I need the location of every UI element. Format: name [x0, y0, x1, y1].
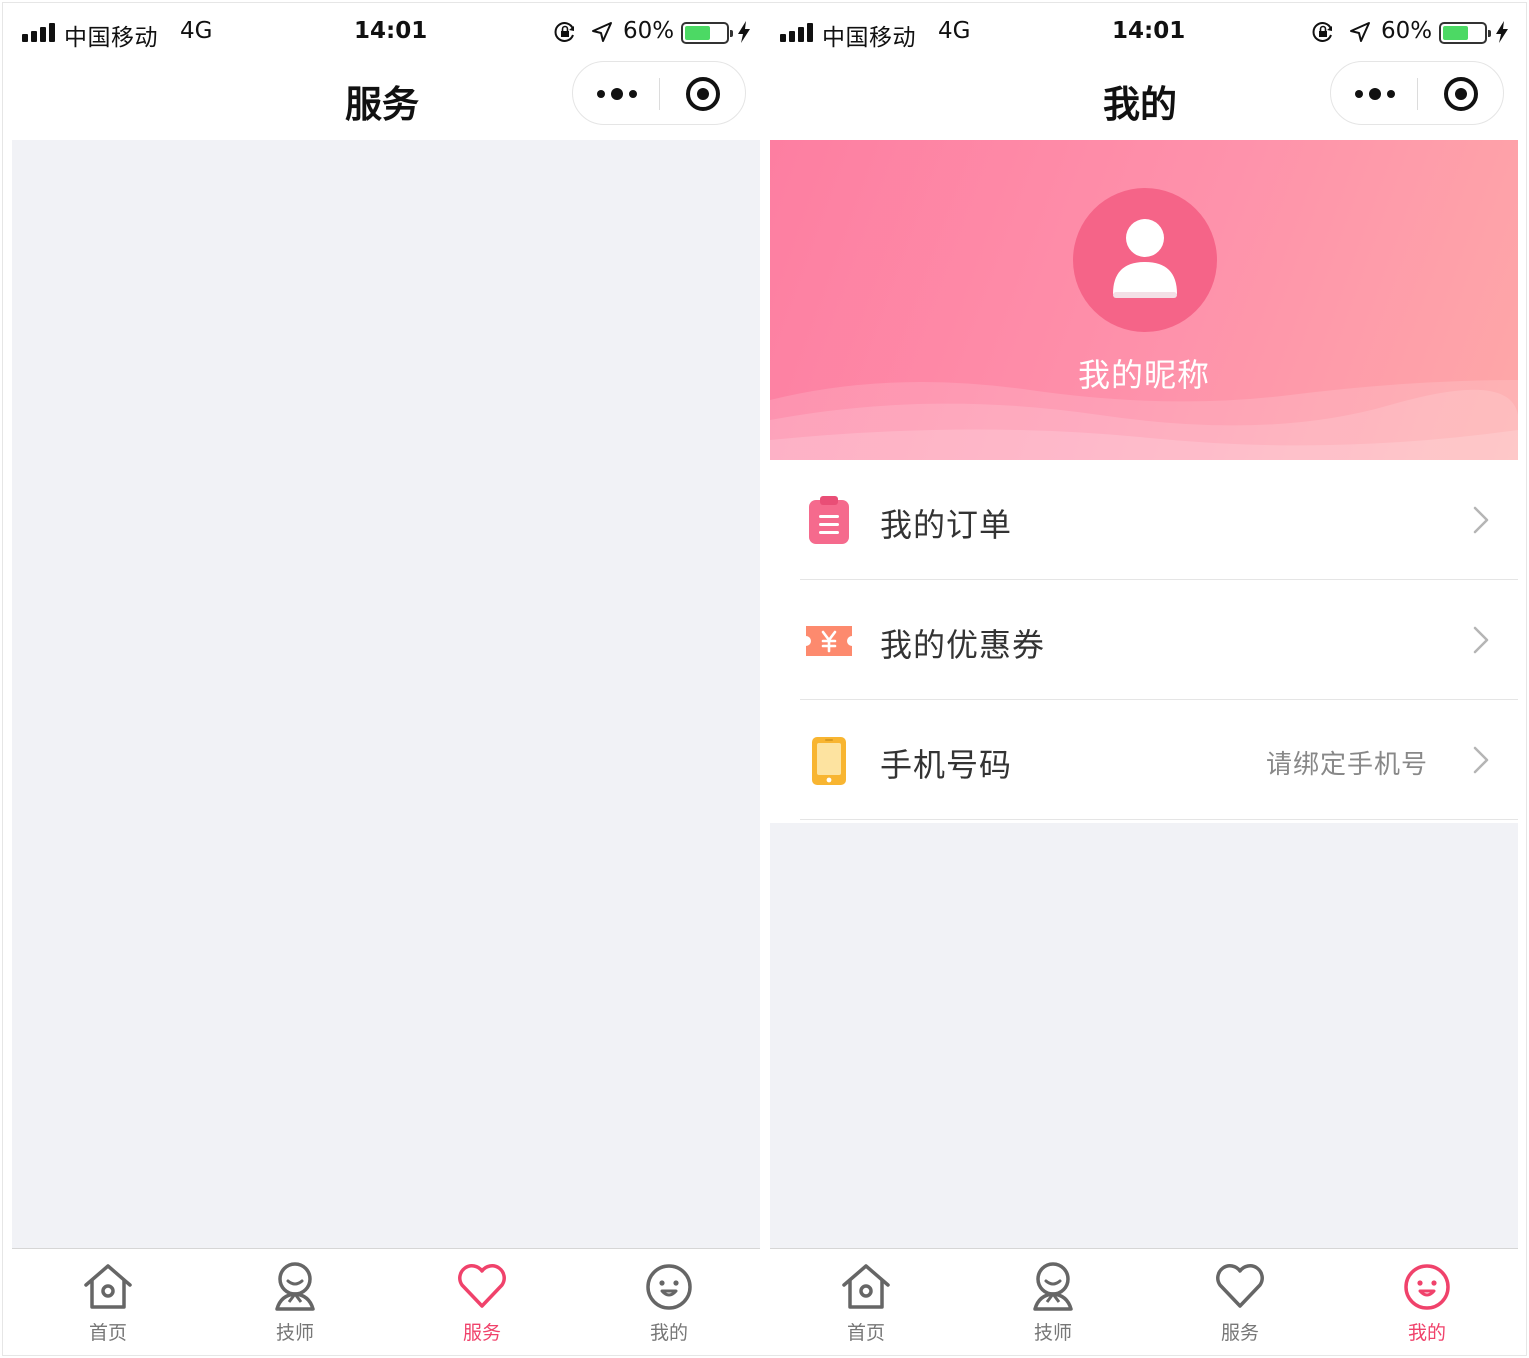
battery-icon — [1439, 22, 1491, 44]
mini-program-capsule — [1330, 61, 1504, 125]
carrier-name: 中国移动 — [64, 25, 158, 51]
menu-label-phone: 手机号码 — [880, 746, 1013, 784]
charging-bolt-icon — [738, 21, 750, 43]
capsule-divider — [1417, 78, 1418, 110]
tab-bar: 首页 技师 服务 我的 — [12, 1248, 760, 1354]
network-type: 4G — [180, 18, 213, 44]
orientation-lock-icon — [1312, 22, 1332, 42]
charging-bolt-icon — [1496, 21, 1508, 43]
tab-mine[interactable]: 我的 — [1367, 1259, 1487, 1349]
technician-icon — [1033, 1262, 1073, 1311]
tab-mine-label: 我的 — [1407, 1322, 1446, 1344]
menu-item-coupons[interactable]: 我的优惠券 — [770, 580, 1518, 700]
clock: 14:01 — [1112, 18, 1186, 44]
battery-percent: 60% — [623, 18, 675, 44]
location-icon — [592, 22, 612, 42]
navigation-bar: 我的 — [762, 60, 1518, 140]
tab-home[interactable]: 首页 — [48, 1259, 168, 1349]
capsule-divider — [659, 78, 660, 110]
tab-technician-label: 技师 — [275, 1322, 314, 1344]
tab-service-label: 服务 — [462, 1322, 501, 1344]
network-type: 4G — [938, 18, 971, 44]
tab-service-label: 服务 — [1220, 1322, 1259, 1344]
chevron-right-icon — [1473, 626, 1489, 654]
tab-home-label: 首页 — [88, 1322, 127, 1344]
tab-bar: 首页 技师 服务 我的 — [770, 1248, 1518, 1354]
tab-service[interactable]: 服务 — [422, 1259, 542, 1349]
user-avatar-icon — [1113, 219, 1177, 298]
status-bar: 中国移动 4G 14:01 60% — [762, 4, 1518, 60]
heart-icon — [458, 1264, 506, 1308]
more-options-icon[interactable] — [595, 82, 639, 106]
status-bar: 中国移动 4G 14:01 60% — [4, 4, 760, 60]
order-clipboard-icon — [809, 496, 849, 544]
chevron-right-icon — [1473, 506, 1489, 534]
tab-home[interactable]: 首页 — [806, 1259, 926, 1349]
tab-technician-label: 技师 — [1033, 1322, 1072, 1344]
signal-icon — [780, 22, 816, 42]
chevron-right-icon — [1473, 746, 1489, 774]
menu-item-orders[interactable]: 我的订单 — [770, 460, 1518, 580]
menu-label-coupons: 我的优惠券 — [880, 626, 1046, 664]
service-content-area — [12, 140, 760, 1248]
home-icon — [84, 1264, 132, 1309]
battery-percent: 60% — [1381, 18, 1433, 44]
menu-divider — [800, 819, 1518, 820]
location-icon — [1350, 22, 1370, 42]
mine-content-area: 我的昵称 我的订单 我的优惠券 手机号码 请绑定手机号 — [770, 140, 1518, 1248]
clock: 14:01 — [354, 18, 428, 44]
menu-list: 我的订单 我的优惠券 手机号码 请绑定手机号 — [770, 460, 1518, 823]
battery-icon — [681, 22, 733, 44]
navigation-bar: 服务 — [4, 60, 760, 140]
technician-icon — [275, 1262, 315, 1311]
mini-program-capsule — [572, 61, 746, 125]
bind-phone-hint: 请绑定手机号 — [1265, 750, 1428, 780]
tab-technician[interactable]: 技师 — [235, 1259, 355, 1349]
tab-mine[interactable]: 我的 — [609, 1259, 729, 1349]
phone-icon — [812, 737, 846, 785]
signal-icon — [22, 22, 58, 42]
profile-header: 我的昵称 — [770, 140, 1518, 460]
smiley-icon — [646, 1264, 692, 1310]
user-nickname: 我的昵称 — [1077, 356, 1210, 394]
heart-icon — [1216, 1264, 1264, 1308]
carrier-name: 中国移动 — [822, 25, 916, 51]
more-options-icon[interactable] — [1353, 82, 1397, 106]
menu-label-orders: 我的订单 — [880, 506, 1013, 544]
close-mini-program-icon[interactable] — [683, 74, 723, 114]
tab-service[interactable]: 服务 — [1180, 1259, 1300, 1349]
tab-mine-label: 我的 — [649, 1322, 688, 1344]
tab-technician[interactable]: 技师 — [993, 1259, 1113, 1349]
tab-home-label: 首页 — [846, 1322, 885, 1344]
smiley-icon — [1404, 1264, 1450, 1310]
mine-screen: 中国移动 4G 14:01 60% 我的 我的昵称 我的订单 我的优惠券 手机号… — [762, 4, 1518, 1354]
menu-item-phone[interactable]: 手机号码 请绑定手机号 — [770, 700, 1518, 820]
home-icon — [842, 1264, 890, 1309]
orientation-lock-icon — [554, 22, 574, 42]
close-mini-program-icon[interactable] — [1441, 74, 1481, 114]
service-screen: 中国移动 4G 14:01 60% 服务 首页 技师 服务 我的 — [4, 4, 760, 1354]
coupon-ticket-icon — [806, 626, 852, 656]
avatar[interactable] — [1073, 188, 1217, 332]
